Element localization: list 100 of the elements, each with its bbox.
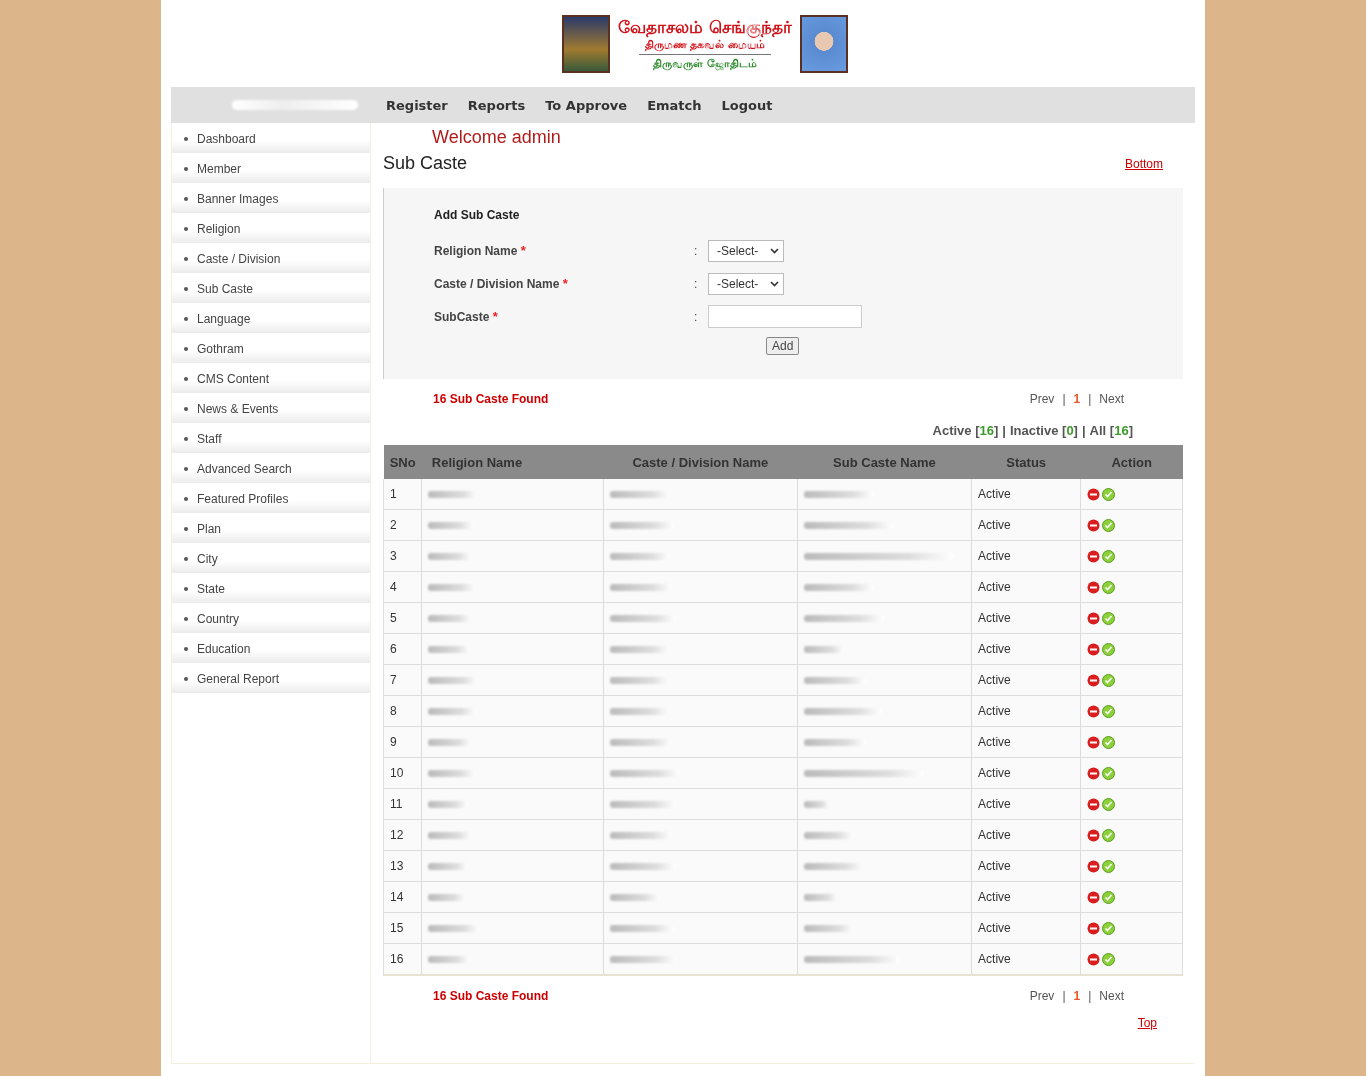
redacted-text xyxy=(610,708,670,715)
redacted-text xyxy=(803,832,854,839)
add-button[interactable]: Add xyxy=(766,337,800,355)
input-field[interactable] xyxy=(708,305,862,328)
welcome-text: Welcome admin xyxy=(431,127,562,149)
redacted-text xyxy=(803,739,866,746)
table-cell: Active xyxy=(971,695,1081,727)
redacted-text xyxy=(428,894,467,901)
nav-link[interactable]: Reports xyxy=(467,97,526,113)
check-icon[interactable] xyxy=(1102,828,1116,842)
column-header: Sub Caste Name xyxy=(797,445,972,479)
check-icon[interactable] xyxy=(1102,518,1116,532)
redacted-text xyxy=(610,925,674,932)
field-label: Religion Name * xyxy=(434,243,527,258)
redacted-text xyxy=(610,615,676,622)
redacted-text xyxy=(428,522,475,529)
redacted-text xyxy=(428,956,471,963)
check-icon[interactable] xyxy=(1102,673,1116,687)
field-label: SubCaste * xyxy=(434,309,499,324)
check-icon[interactable] xyxy=(1102,580,1116,594)
table-cell: Active xyxy=(971,571,1081,603)
check-icon[interactable] xyxy=(1102,952,1116,966)
delete-icon[interactable] xyxy=(1087,921,1101,935)
bottom-link[interactable]: Bottom xyxy=(1125,156,1163,171)
logo-title: வேதாசலம் செங்குந்தர் xyxy=(618,16,792,38)
delete-icon[interactable] xyxy=(1087,487,1101,501)
table-cell: Active xyxy=(971,479,1081,510)
top-link[interactable]: Top xyxy=(383,1016,1157,1030)
redacted-text xyxy=(428,832,473,839)
filter-link[interactable]: Inactive [0] xyxy=(1010,422,1078,438)
select-field[interactable]: -Select- xyxy=(708,239,784,262)
delete-icon[interactable] xyxy=(1087,580,1101,594)
pager-separator: | xyxy=(1088,392,1092,406)
table-cell: Active xyxy=(971,943,1081,975)
photo-placeholder xyxy=(799,14,848,73)
table-cell: Active xyxy=(971,757,1081,789)
redacted-text xyxy=(610,739,672,746)
next-link[interactable]: Next xyxy=(1099,392,1124,406)
table-cell: Active xyxy=(971,788,1081,820)
check-icon[interactable] xyxy=(1102,797,1116,811)
delete-icon[interactable] xyxy=(1087,828,1101,842)
redacted-text xyxy=(610,801,676,808)
check-icon[interactable] xyxy=(1102,766,1116,780)
filter-link[interactable]: All [16] xyxy=(1089,422,1133,438)
nav-link[interactable]: Logout xyxy=(721,97,773,113)
redacted-text xyxy=(803,491,874,498)
redacted-text xyxy=(428,677,479,684)
delete-icon[interactable] xyxy=(1087,642,1101,656)
filter-separator: | xyxy=(1081,422,1086,438)
check-icon[interactable] xyxy=(1102,890,1116,904)
table-cell: Active xyxy=(971,850,1081,882)
prev-link[interactable]: Prev xyxy=(1029,989,1055,1003)
nav-link[interactable]: To Approve xyxy=(545,97,628,113)
redacted-text xyxy=(428,863,469,870)
delete-icon[interactable] xyxy=(1087,704,1101,718)
redacted-text xyxy=(803,646,844,653)
nav-link[interactable]: Register xyxy=(386,97,448,113)
nav-link[interactable]: Ematch xyxy=(647,97,702,113)
delete-icon[interactable] xyxy=(1087,518,1101,532)
check-icon[interactable] xyxy=(1102,611,1116,625)
filter-link[interactable]: Active [16] xyxy=(932,422,999,438)
logo-tagline: திருவருள் ஜோதிடம் xyxy=(653,56,757,71)
delete-icon[interactable] xyxy=(1087,766,1101,780)
check-icon[interactable] xyxy=(1102,704,1116,718)
check-icon[interactable] xyxy=(1102,921,1116,935)
select-field[interactable]: -Select- xyxy=(708,272,784,295)
delete-icon[interactable] xyxy=(1087,611,1101,625)
delete-icon[interactable] xyxy=(1087,549,1101,563)
table-cell: 15 xyxy=(383,912,422,944)
delete-icon[interactable] xyxy=(1087,890,1101,904)
redacted-text xyxy=(428,553,473,560)
check-icon[interactable] xyxy=(1102,642,1116,656)
delete-icon[interactable] xyxy=(1087,735,1101,749)
check-icon[interactable] xyxy=(1102,487,1116,501)
delete-icon[interactable] xyxy=(1087,797,1101,811)
redacted-text xyxy=(428,739,473,746)
page-link[interactable]: 1 xyxy=(1073,989,1081,1003)
delete-icon[interactable] xyxy=(1087,859,1101,873)
redacted-text xyxy=(803,677,866,684)
table-cell: 14 xyxy=(383,881,422,913)
redacted-text xyxy=(610,584,672,591)
table-cell: 7 xyxy=(383,664,422,696)
redacted-text xyxy=(428,615,473,622)
table-cell: 4 xyxy=(383,571,422,603)
check-icon[interactable] xyxy=(1102,735,1116,749)
redacted-text xyxy=(610,522,674,529)
delete-icon[interactable] xyxy=(1087,673,1101,687)
redacted-text xyxy=(428,770,477,777)
redacted-text xyxy=(803,925,854,932)
page-link[interactable]: 1 xyxy=(1073,392,1081,406)
check-icon[interactable] xyxy=(1102,549,1116,563)
redacted-text xyxy=(610,863,676,870)
next-link[interactable]: Next xyxy=(1099,989,1124,1003)
redacted-text xyxy=(803,801,830,808)
check-icon[interactable] xyxy=(1102,859,1116,873)
prev-link[interactable]: Prev xyxy=(1029,392,1055,406)
filter-separator: | xyxy=(1002,422,1006,438)
redacted-text xyxy=(610,553,670,560)
delete-icon[interactable] xyxy=(1087,952,1101,966)
redacted-text xyxy=(610,832,672,839)
